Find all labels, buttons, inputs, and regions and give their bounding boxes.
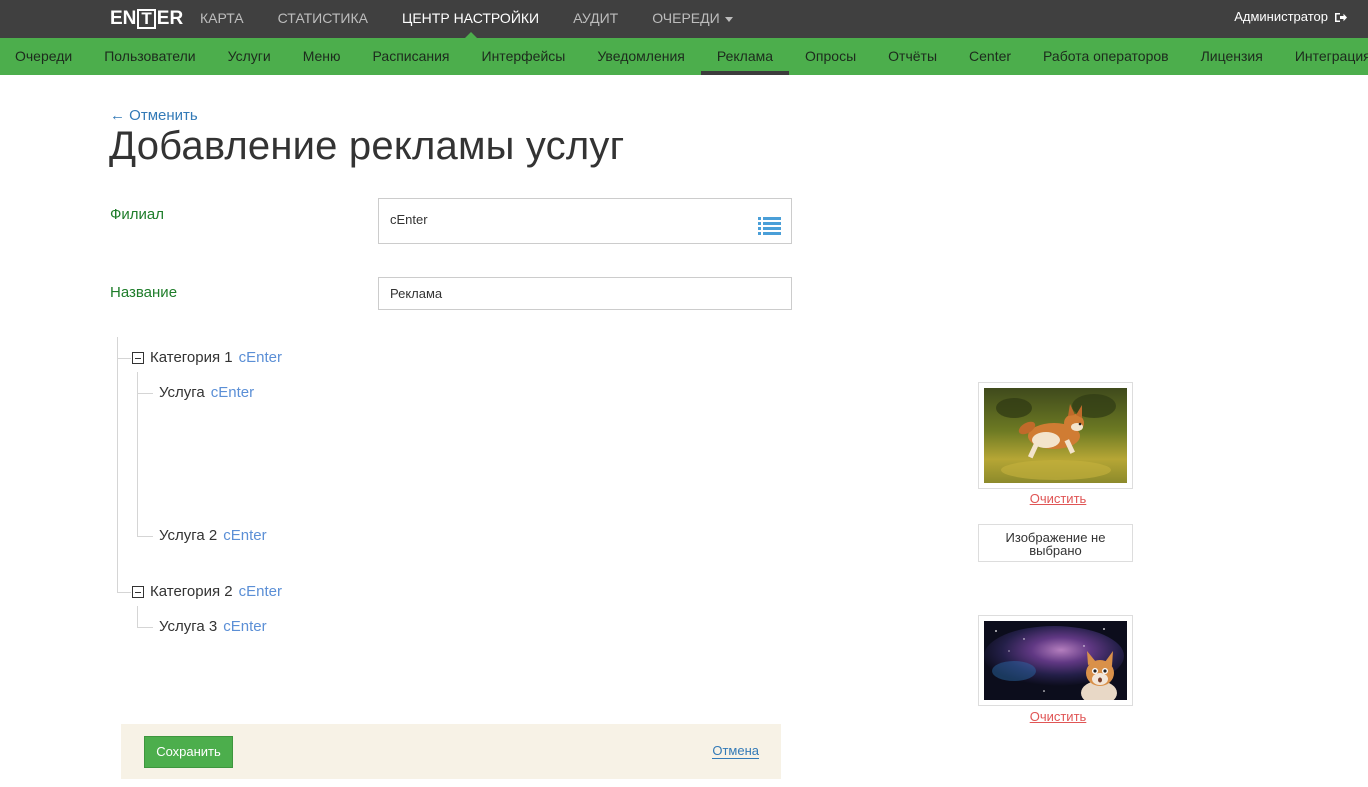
- tree-connector: [137, 393, 153, 394]
- subnav-reports[interactable]: Отчёты: [872, 38, 953, 75]
- back-cancel-link[interactable]: ← Отменить: [110, 107, 198, 124]
- space-cat-image: [984, 621, 1127, 705]
- subnav-users[interactable]: Пользователи: [88, 38, 211, 75]
- ad-image-thumbnail[interactable]: [978, 382, 1133, 489]
- tree-branch-line: [137, 606, 138, 627]
- subnav-surveys[interactable]: Опросы: [789, 38, 872, 75]
- tree-branch-line: [137, 372, 138, 536]
- user-menu[interactable]: Администратор: [1234, 0, 1347, 34]
- subnav-notifications[interactable]: Уведомления: [581, 38, 701, 75]
- nav-map[interactable]: КАРТА: [183, 0, 261, 38]
- subnav-services[interactable]: Услуги: [212, 38, 287, 75]
- tree-root-line: [117, 337, 118, 592]
- settings-subnav: Очереди Пользователи Услуги Меню Расписа…: [0, 38, 1368, 75]
- tree-service-1: Услуга cEnter: [159, 384, 254, 401]
- top-navbar: EN T ER КАРТА СТАТИСТИКА ЦЕНТР НАСТРОЙКИ А…: [0, 0, 1368, 38]
- ad-image-thumbnail[interactable]: [978, 615, 1133, 706]
- nav-statistics[interactable]: СТАТИСТИКА: [261, 0, 385, 38]
- branch-tag: cEnter: [223, 527, 267, 544]
- name-label: Название: [110, 284, 178, 301]
- tree-category-1: Категория 1 cEnter: [132, 349, 282, 366]
- collapse-icon[interactable]: [132, 351, 144, 364]
- branch-tag: cEnter: [238, 349, 282, 366]
- subnav-queues[interactable]: Очереди: [0, 38, 88, 75]
- tree-service-2: Услуга 2 cEnter: [159, 527, 267, 544]
- subnav-operators-work[interactable]: Работа операторов: [1027, 38, 1185, 75]
- subnav-integration[interactable]: Интеграция: [1279, 38, 1368, 75]
- chevron-down-icon: [724, 16, 733, 22]
- subnav-center[interactable]: Center: [953, 38, 1027, 75]
- enter-logo[interactable]: EN T ER: [110, 8, 183, 30]
- branch-select[interactable]: cEnter: [378, 198, 792, 244]
- main-nav: КАРТА СТАТИСТИКА ЦЕНТР НАСТРОЙКИ АУДИТ О…: [183, 0, 750, 38]
- nav-settings-center[interactable]: ЦЕНТР НАСТРОЙКИ: [385, 0, 556, 38]
- name-input[interactable]: Реклама: [378, 277, 792, 310]
- branch-tag: cEnter: [238, 583, 282, 600]
- subnav-schedules[interactable]: Расписания: [357, 38, 466, 75]
- logout-icon[interactable]: [1334, 12, 1347, 23]
- page-title: Добавление рекламы услуг: [109, 124, 625, 168]
- category-label: Категория 2: [150, 583, 233, 600]
- subnav-license[interactable]: Лицензия: [1185, 38, 1279, 75]
- service-label: Услуга 2: [159, 527, 218, 544]
- tree-service-3: Услуга 3 cEnter: [159, 618, 267, 635]
- nav-queues-label: ОЧЕРЕДИ: [652, 10, 720, 26]
- save-button[interactable]: Сохранить: [144, 736, 233, 768]
- list-icon[interactable]: [758, 210, 781, 252]
- tree-connector: [117, 358, 131, 359]
- nav-audit[interactable]: АУДИТ: [556, 0, 635, 38]
- branch-tag: cEnter: [223, 618, 267, 635]
- tree-category-2: Категория 2 cEnter: [132, 583, 282, 600]
- tree-connector: [137, 536, 153, 537]
- nav-queues-dropdown[interactable]: ОЧЕРЕДИ: [635, 0, 749, 38]
- subnav-advertising[interactable]: Реклама: [700, 38, 790, 75]
- category-label: Категория 1: [150, 349, 233, 366]
- branch-label: Филиал: [110, 206, 165, 223]
- collapse-icon[interactable]: [132, 585, 144, 598]
- service-label: Услуга: [159, 384, 205, 401]
- cancel-link[interactable]: Отмена: [712, 743, 759, 759]
- service-label: Услуга 3: [159, 618, 218, 635]
- clear-image-link[interactable]: Очистить: [978, 491, 1138, 506]
- subnav-interfaces[interactable]: Интерфейсы: [466, 38, 582, 75]
- dog-image: [984, 388, 1127, 483]
- no-image-placeholder[interactable]: Изображение не выбрано: [978, 524, 1133, 562]
- user-name: Администратор: [1234, 9, 1328, 24]
- subnav-menu[interactable]: Меню: [287, 38, 357, 75]
- tree-connector: [137, 627, 153, 628]
- form-actions-bar: Сохранить Отмена: [121, 724, 781, 779]
- branch-select-value: cEnter: [390, 212, 428, 227]
- tree-connector: [117, 592, 131, 593]
- branch-tag: cEnter: [210, 384, 255, 401]
- clear-image-link[interactable]: Очистить: [978, 709, 1138, 724]
